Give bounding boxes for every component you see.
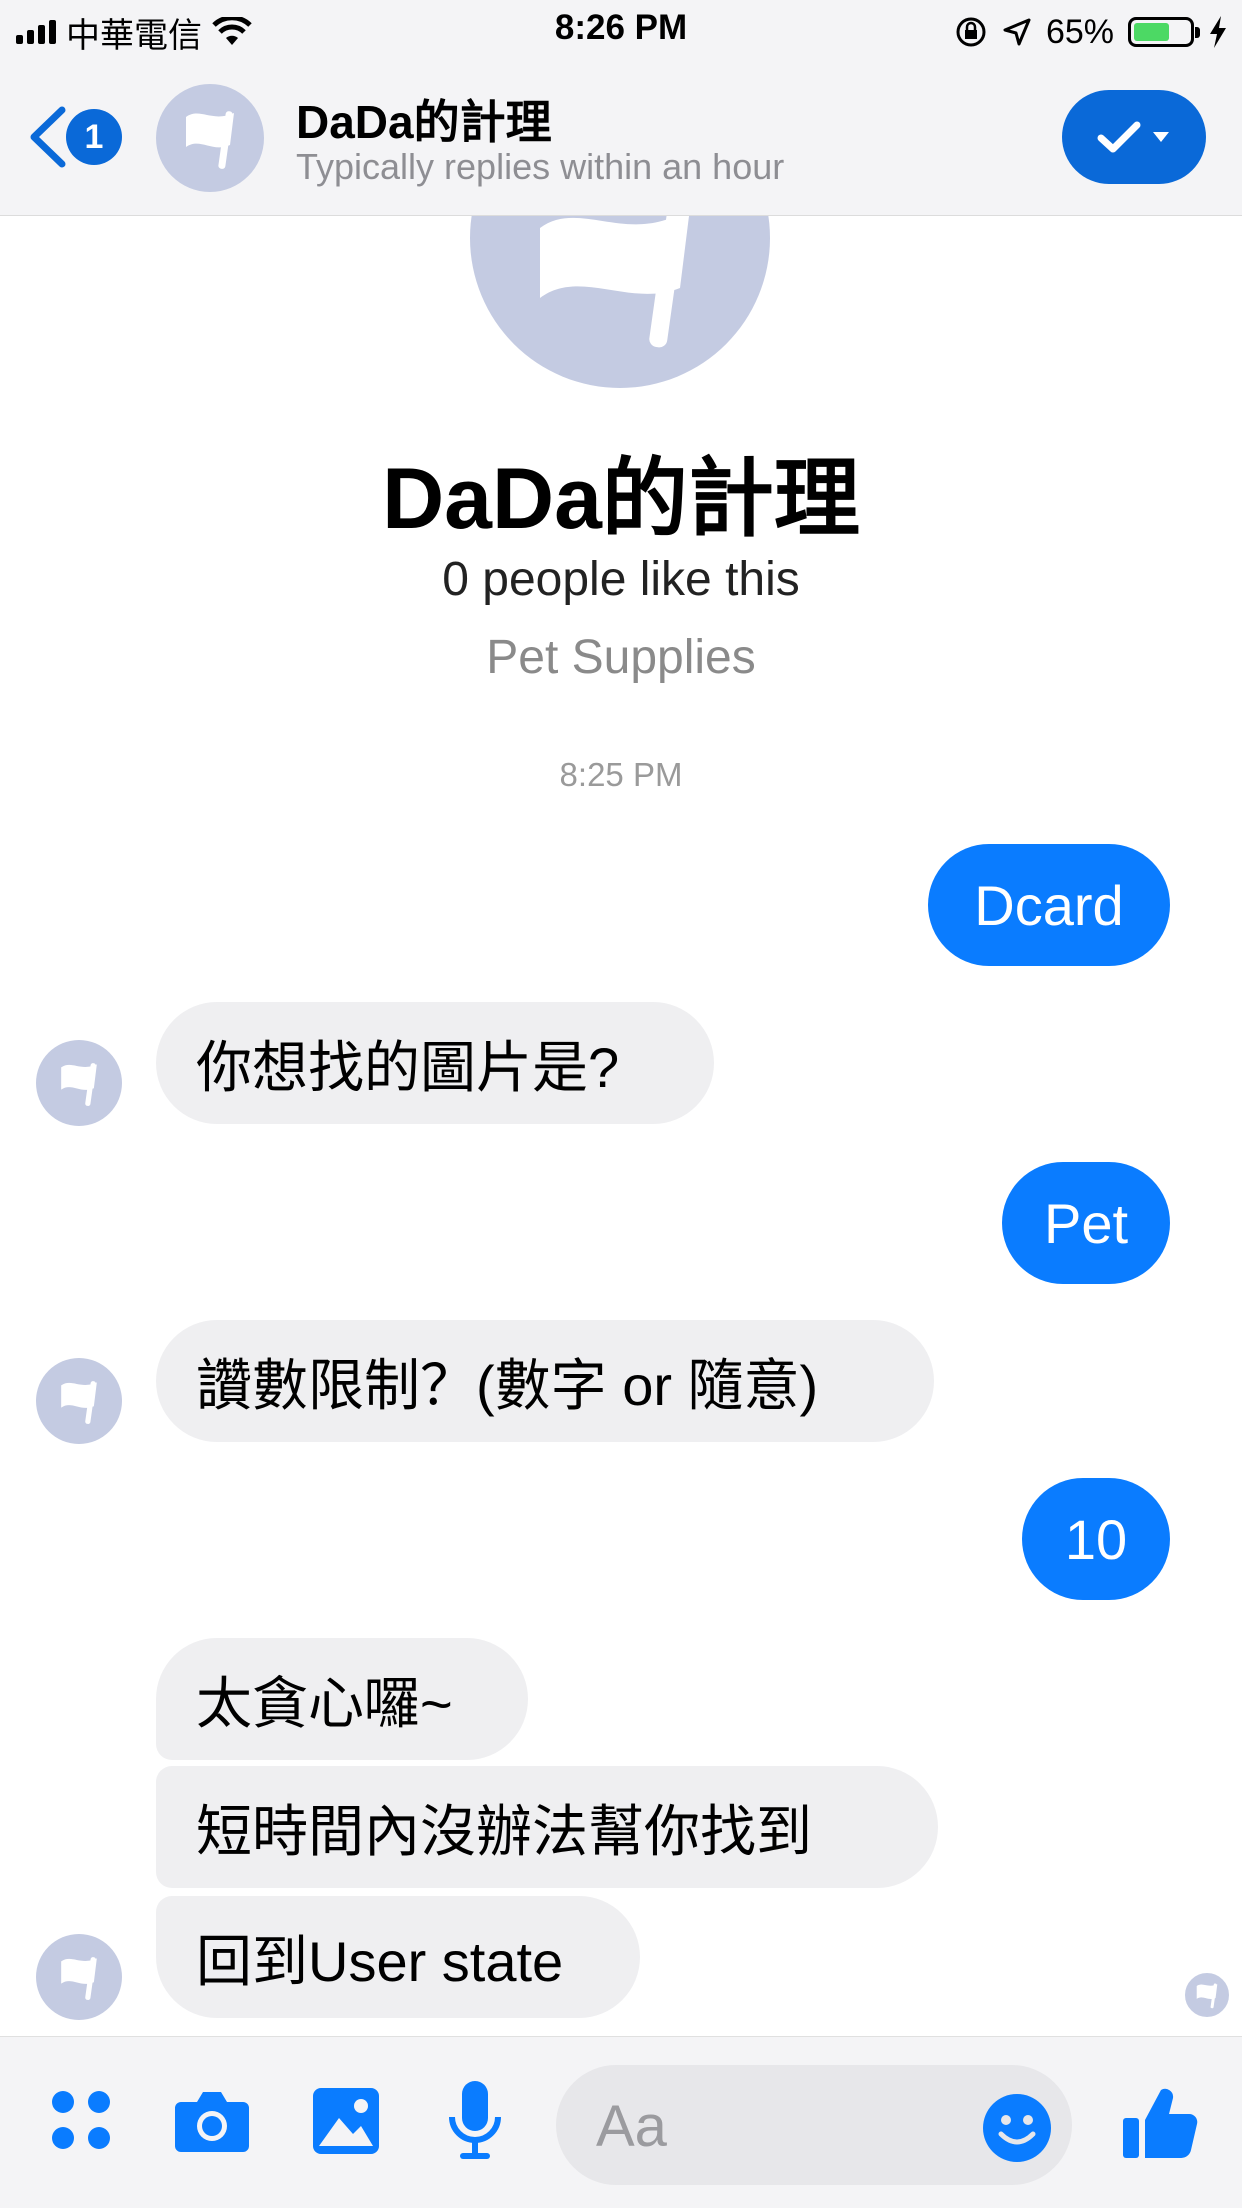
unread-badge: 1	[66, 109, 122, 165]
flag-icon	[1196, 1983, 1218, 2009]
status-right: 65%	[954, 10, 1228, 54]
caret-down-icon	[1153, 132, 1169, 142]
flag-icon	[186, 111, 234, 169]
checkmark-icon	[1097, 121, 1141, 153]
battery-percent: 65%	[1045, 12, 1114, 51]
emoji-icon[interactable]	[980, 2091, 1054, 2165]
sender-avatar	[36, 1934, 122, 2020]
outgoing-message[interactable]: Dcard	[928, 844, 1170, 966]
done-menu-button[interactable]	[1062, 90, 1206, 184]
status-bar: 中華電信 8:26 PM 65%	[0, 0, 1242, 62]
incoming-message[interactable]: 你想找的圖片是?	[156, 1002, 714, 1124]
battery-icon	[1128, 17, 1200, 47]
flag-icon	[61, 1957, 97, 2000]
input-placeholder: Aa	[596, 2094, 667, 2159]
like-icon[interactable]	[1118, 2081, 1202, 2165]
incoming-message[interactable]: 短時間內沒辦法幫你找到	[156, 1766, 938, 1888]
message-timestamp: 8:25 PM	[559, 756, 683, 793]
microphone-icon[interactable]	[440, 2077, 510, 2163]
location-icon	[1003, 18, 1031, 46]
outgoing-message[interactable]: Pet	[1002, 1162, 1170, 1284]
seen-indicator-avatar	[1182, 1970, 1232, 2020]
message-input[interactable]: Aa	[556, 2065, 1072, 2185]
flag-icon	[61, 1381, 97, 1424]
gallery-icon[interactable]	[306, 2081, 386, 2161]
incoming-message[interactable]: 讚數限制？(數字 or 隨意)	[156, 1320, 934, 1442]
charging-icon	[1210, 16, 1226, 48]
profile-likes: 0 people like this	[442, 553, 800, 606]
outgoing-message[interactable]: 10	[1022, 1478, 1170, 1600]
conversation-header: 1 DaDa的計理 Typically replies within an ho…	[0, 62, 1242, 216]
sender-avatar	[36, 1040, 122, 1126]
camera-icon[interactable]	[172, 2081, 252, 2161]
flag-icon	[61, 1063, 97, 1106]
composer-bar: Aa	[0, 2036, 1242, 2208]
incoming-message[interactable]: 太貪心囉~	[156, 1638, 528, 1760]
back-button[interactable]: 1	[24, 102, 122, 172]
profile-name: DaDa的計理	[382, 451, 860, 547]
page-title[interactable]: DaDa的計理	[296, 86, 552, 152]
incoming-message[interactable]: 回到User state	[156, 1896, 640, 2018]
page-avatar[interactable]	[156, 84, 264, 192]
chevron-left-icon	[30, 106, 66, 168]
more-apps-icon[interactable]	[46, 2085, 116, 2155]
orientation-lock-icon	[956, 17, 986, 47]
profile-category: Pet Supplies	[486, 631, 756, 684]
sender-avatar	[36, 1358, 122, 1444]
response-time: Typically replies within an hour	[296, 146, 785, 187]
